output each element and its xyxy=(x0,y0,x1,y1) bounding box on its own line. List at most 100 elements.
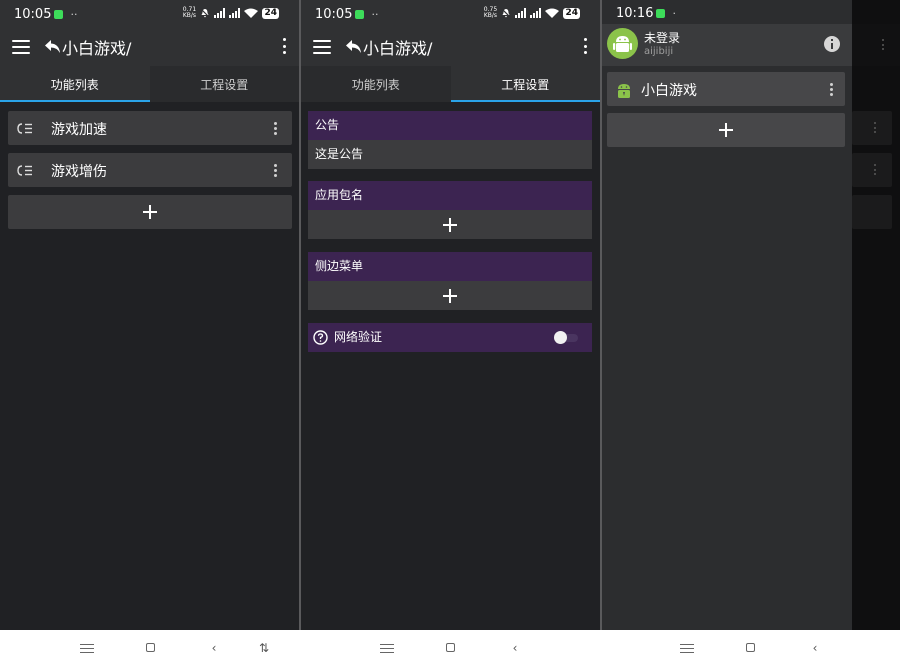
help-circle-icon xyxy=(313,330,328,345)
info-icon[interactable] xyxy=(824,36,840,52)
navigation-drawer: 10:16 · 未登录 aijibiji 小白游戏 xyxy=(602,0,852,630)
rotate-icon[interactable]: ⇅ xyxy=(256,641,272,655)
recent-apps-icon[interactable] xyxy=(680,641,694,655)
signal-icon-2 xyxy=(530,8,542,18)
tab-function-list[interactable]: 功能列表 xyxy=(301,66,451,102)
signal-icon-2 xyxy=(229,8,241,18)
status-bar: 10:05 ·· 0.75 KB/s 24 xyxy=(301,0,600,28)
add-project-button[interactable] xyxy=(607,113,845,147)
user-name: 未登录 xyxy=(644,31,681,45)
dimmed-row xyxy=(852,195,892,229)
dimmed-row xyxy=(852,111,892,145)
function-label: 游戏增伤 xyxy=(51,164,107,180)
more-vertical-icon xyxy=(873,122,877,133)
status-time-group: 10:05 ·· xyxy=(315,7,378,22)
function-list-icon xyxy=(17,123,32,134)
screen-function-list: 10:05 ·· 0.71 KB/s 24 小白游戏/ 功能列表 工程设置 游戏… xyxy=(0,0,299,630)
android-icon xyxy=(618,84,630,98)
status-time: 10:05 xyxy=(315,7,353,22)
notice-value[interactable]: 这是公告 xyxy=(308,140,592,169)
signal-icon xyxy=(515,8,527,18)
status-bar: 10:05 ·· 0.71 KB/s 24 xyxy=(0,0,299,28)
shield-badge-icon xyxy=(656,9,666,18)
status-time-group: 10:16 · xyxy=(616,6,676,21)
bell-muted-icon xyxy=(502,8,511,18)
back-arrow-icon[interactable] xyxy=(44,37,62,55)
status-dots: · xyxy=(672,7,676,20)
back-arrow-icon[interactable] xyxy=(345,37,363,55)
bell-muted-icon xyxy=(201,8,210,18)
network-speed: 0.71 KB/s xyxy=(182,6,197,19)
notice-section-title: 公告 xyxy=(308,111,592,140)
project-item[interactable]: 小白游戏 xyxy=(607,72,845,106)
recent-apps-icon[interactable] xyxy=(380,641,394,655)
battery-indicator: 24 xyxy=(262,7,279,19)
tab-project-settings[interactable]: 工程设置 xyxy=(450,66,601,102)
function-row[interactable]: 游戏加速 xyxy=(8,111,292,145)
function-label: 游戏加速 xyxy=(51,122,107,138)
status-time-group: 10:05 ·· xyxy=(14,7,77,22)
status-dots: ·· xyxy=(70,8,78,21)
tab-bar: 功能列表 工程设置 xyxy=(301,66,600,102)
back-icon[interactable]: ‹ xyxy=(508,641,522,655)
network-speed: 0.75 KB/s xyxy=(483,6,498,19)
add-package-button[interactable] xyxy=(308,210,592,239)
app-title: 小白游戏/ xyxy=(363,39,433,58)
user-subtitle: aijibiji xyxy=(644,46,674,57)
home-icon[interactable] xyxy=(143,641,157,655)
avatar[interactable] xyxy=(607,28,638,59)
dimmed-app-bar xyxy=(852,24,900,66)
menu-icon[interactable] xyxy=(313,40,331,54)
system-navigation-bar: ‹ ⇅ ‹ ‹ xyxy=(0,630,900,666)
screen-drawer-open: 10:16 · 未登录 aijibiji 小白游戏 xyxy=(602,0,900,630)
app-bar: 小白游戏/ xyxy=(0,28,299,66)
add-function-button[interactable] xyxy=(8,195,292,229)
network-verify-label: 网络验证 xyxy=(334,330,383,344)
more-vertical-icon[interactable] xyxy=(273,164,277,177)
plus-icon xyxy=(443,217,457,232)
more-vertical-icon[interactable] xyxy=(281,38,287,54)
network-verify-row[interactable]: 网络验证 xyxy=(308,323,592,352)
more-vertical-icon xyxy=(873,164,877,175)
app-bar: 小白游戏/ xyxy=(301,28,600,66)
tab-project-settings[interactable]: 工程设置 xyxy=(149,66,299,102)
wifi-icon xyxy=(545,8,560,18)
more-vertical-icon[interactable] xyxy=(273,122,277,135)
status-time: 10:16 xyxy=(616,6,654,21)
home-icon[interactable] xyxy=(743,641,757,655)
status-indicators: 0.75 KB/s 24 xyxy=(483,7,580,19)
screen-project-settings: 10:05 ·· 0.75 KB/s 24 小白游戏/ 功能列表 工程设置 公告… xyxy=(301,0,600,630)
function-row[interactable]: 游戏增伤 xyxy=(8,153,292,187)
recent-apps-icon[interactable] xyxy=(80,641,94,655)
status-dots: ·· xyxy=(371,8,379,21)
signal-icon xyxy=(214,8,226,18)
plus-icon xyxy=(143,205,157,219)
status-indicators: 0.71 KB/s 24 xyxy=(182,7,279,19)
more-vertical-icon[interactable] xyxy=(582,38,588,54)
package-section-title: 应用包名 xyxy=(308,181,592,210)
more-vertical-icon xyxy=(881,39,885,50)
plus-icon xyxy=(719,123,733,137)
home-icon[interactable] xyxy=(443,641,457,655)
battery-indicator: 24 xyxy=(563,7,580,19)
wifi-icon xyxy=(244,8,259,18)
network-verify-toggle[interactable] xyxy=(554,331,578,344)
menu-icon[interactable] xyxy=(12,40,30,54)
drawer-header[interactable]: 未登录 aijibiji xyxy=(602,24,852,66)
tab-bar: 功能列表 工程设置 xyxy=(0,66,299,102)
dimmed-row xyxy=(852,153,892,187)
app-title: 小白游戏/ xyxy=(62,39,132,58)
shield-badge-icon xyxy=(355,10,365,19)
shield-badge-icon xyxy=(54,10,64,19)
status-bar: 10:16 · xyxy=(602,0,852,24)
more-vertical-icon[interactable] xyxy=(829,83,833,96)
back-icon[interactable]: ‹ xyxy=(207,641,221,655)
status-time: 10:05 xyxy=(14,7,52,22)
android-icon xyxy=(613,36,632,52)
function-list-icon xyxy=(17,165,32,176)
tab-function-list[interactable]: 功能列表 xyxy=(0,66,150,102)
plus-icon xyxy=(443,288,457,303)
side-menu-section-title: 侧边菜单 xyxy=(308,252,592,281)
back-icon[interactable]: ‹ xyxy=(808,641,822,655)
add-side-menu-button[interactable] xyxy=(308,281,592,310)
